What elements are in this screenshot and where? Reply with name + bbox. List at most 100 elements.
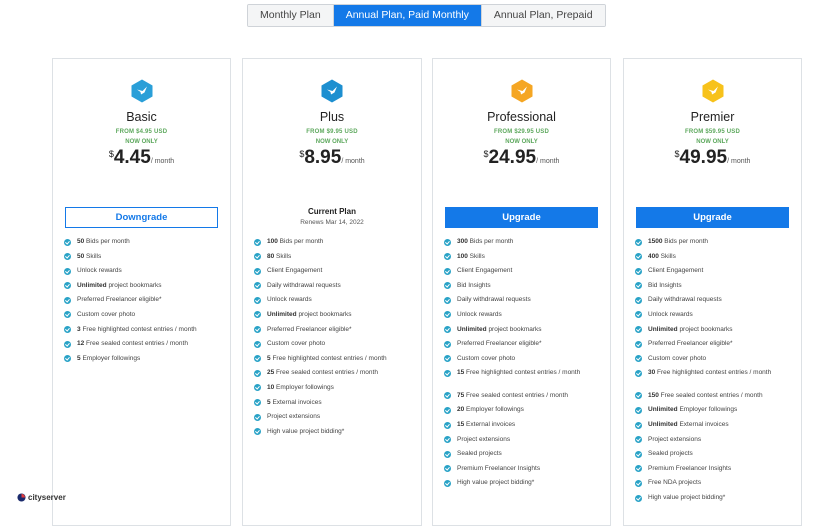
feature-label: Bids per month: [664, 238, 708, 245]
renewal-date: Renews Mar 14, 2022: [300, 219, 364, 226]
feature-label: Unlock rewards: [77, 267, 122, 275]
feature-item: 400 Skills: [635, 253, 793, 268]
feature-item: Daily withdrawal requests: [635, 296, 793, 311]
price: $49.95/ month: [624, 147, 801, 169]
check-icon: [254, 282, 261, 290]
feature-item: 50 Skills: [64, 253, 222, 268]
feature-text: 5 External invoices: [267, 399, 322, 407]
tab-monthly-plan[interactable]: Monthly Plan: [248, 5, 334, 26]
check-icon: [444, 369, 451, 377]
feature-item: 15 Free highlighted contest entries / mo…: [444, 369, 602, 392]
feature-label: Project extensions: [267, 413, 321, 421]
plan-card-professional: Professional FROM $29.95 USD NOW ONLY $2…: [432, 58, 611, 526]
check-icon: [254, 253, 261, 261]
now-only-label: NOW ONLY: [505, 139, 538, 145]
tab-annual-paid-monthly[interactable]: Annual Plan, Paid Monthly: [333, 5, 482, 26]
feature-highlight: Unlimited: [77, 281, 107, 289]
feature-text: Preferred Freelancer eligible*: [648, 340, 733, 348]
tab-annual-prepaid[interactable]: Annual Plan, Prepaid: [481, 5, 605, 26]
feature-label: High value project bidding*: [267, 427, 345, 435]
feature-label: Free sealed contest entries / month: [86, 340, 188, 348]
check-icon: [444, 355, 451, 363]
feature-label: project bookmarks: [298, 310, 352, 318]
feature-item: Unlock rewards: [635, 311, 793, 326]
hexagon-bird-icon: [131, 79, 152, 103]
check-icon: [635, 465, 642, 473]
feature-label: Sealed projects: [457, 450, 502, 458]
feature-item: Client Engagement: [635, 267, 793, 282]
feature-text: Unlimited project bookmarks: [457, 326, 542, 334]
feature-label: Client Engagement: [267, 267, 323, 275]
feature-text: Custom cover photo: [648, 355, 706, 363]
check-icon: [635, 311, 642, 319]
feature-text: 5 Employer followings: [77, 355, 140, 363]
feature-item: Unlock rewards: [444, 311, 602, 326]
feature-label: Project extensions: [648, 435, 702, 443]
feature-text: Custom cover photo: [77, 311, 135, 319]
feature-text: 5 Free highlighted contest entries / mon…: [267, 355, 387, 363]
check-icon: [635, 436, 642, 444]
feature-item: Premium Freelancer Insights: [444, 465, 602, 480]
watermark-text: cityserver: [28, 493, 66, 502]
feature-text: High value project bidding*: [267, 428, 344, 436]
check-icon: [444, 326, 451, 334]
original-price: FROM $29.95 USD: [493, 129, 550, 135]
feature-item: 150 Free sealed contest entries / month: [635, 392, 793, 407]
feature-item: High value project bidding*: [444, 479, 602, 494]
feature-label: Premium Freelancer Insights: [648, 464, 732, 472]
feature-label: Free sealed contest entries / month: [466, 391, 568, 399]
feature-text: 25 Free sealed contest entries / month: [267, 369, 378, 377]
price-amount: 8.95: [304, 147, 342, 168]
downgrade-button[interactable]: Downgrade: [65, 207, 218, 228]
feature-text: Unlimited External invoices: [648, 421, 729, 429]
feature-text: 50 Skills: [77, 253, 101, 261]
check-icon: [254, 399, 261, 407]
feature-label: Preferred Freelancer eligible*: [267, 325, 352, 333]
feature-item: Preferred Freelancer eligible*: [444, 340, 602, 355]
feature-text: Daily withdrawal requests: [648, 296, 722, 304]
feature-item: 80 Skills: [254, 253, 413, 268]
original-price: FROM $59.95 USD: [684, 129, 741, 135]
check-icon: [635, 238, 642, 246]
feature-label: External invoices: [679, 421, 729, 429]
check-icon: [254, 326, 261, 334]
feature-item: 100 Skills: [444, 253, 602, 268]
feature-label: Client Engagement: [457, 267, 513, 275]
feature-item: Preferred Freelancer eligible*: [635, 340, 793, 355]
check-icon: [635, 450, 642, 458]
feature-highlight: 300: [457, 238, 468, 245]
feature-text: 50 Bids per month: [77, 238, 130, 246]
feature-label: project bookmarks: [488, 325, 542, 333]
check-icon: [444, 253, 451, 261]
feature-label: Custom cover photo: [77, 310, 136, 318]
feature-text: Preferred Freelancer eligible*: [267, 326, 352, 334]
feature-list: 100 Bids per month 80 Skills Client Engage…: [254, 238, 413, 442]
watermark-logo-icon: [17, 493, 26, 502]
check-icon: [64, 267, 71, 275]
feature-highlight: 20: [457, 406, 465, 414]
feature-highlight: Unlimited: [648, 325, 678, 333]
feature-text: Daily withdrawal requests: [267, 282, 341, 290]
feature-highlight: Unlimited: [267, 310, 297, 318]
check-icon: [444, 450, 451, 458]
feature-label: High value project bidding*: [648, 494, 726, 501]
price: $4.45/ month: [53, 147, 230, 169]
check-icon: [444, 311, 451, 319]
feature-item: Unlimited project bookmarks: [635, 326, 793, 341]
check-icon: [444, 392, 451, 400]
feature-highlight: 12: [77, 340, 85, 348]
feature-item: Project extensions: [254, 413, 413, 428]
feature-text: 150 Free sealed contest entries / month: [648, 392, 763, 400]
feature-label: Preferred Freelancer eligible*: [457, 340, 542, 348]
feature-highlight: 75: [457, 391, 465, 399]
feature-highlight: Unlimited: [457, 325, 487, 333]
feature-item: 5 Employer followings: [64, 355, 222, 370]
feature-label: Daily withdrawal requests: [267, 281, 341, 289]
currency-symbol: $: [483, 149, 489, 159]
feature-text: Client Engagement: [457, 267, 512, 275]
check-icon: [254, 384, 261, 392]
upgrade-button[interactable]: Upgrade: [445, 207, 598, 228]
upgrade-button[interactable]: Upgrade: [636, 207, 789, 228]
feature-text: 15 External invoices: [457, 421, 515, 429]
feature-label: Client Engagement: [648, 267, 704, 275]
